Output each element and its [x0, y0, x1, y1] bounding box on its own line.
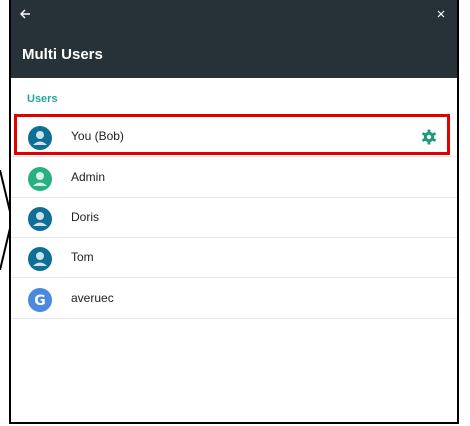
- user-row-averuec[interactable]: G averuec: [11, 279, 457, 319]
- users-section-label: Users: [27, 93, 58, 105]
- person-icon: [28, 167, 52, 191]
- user-row-doris[interactable]: Doris: [11, 198, 457, 238]
- person-icon: [28, 207, 52, 231]
- svg-text:G: G: [34, 293, 46, 309]
- user-row-you-bob[interactable]: You (Bob): [11, 117, 457, 157]
- user-name: You (Bob): [71, 129, 124, 143]
- close-icon: [437, 10, 445, 18]
- multi-users-window: Multi Users Users You (Bob) Admin Doris …: [9, 0, 459, 424]
- google-icon: G: [28, 288, 52, 312]
- person-icon: [28, 247, 52, 271]
- user-name: Admin: [71, 170, 106, 184]
- person-icon: [28, 126, 52, 150]
- close-button[interactable]: [431, 4, 451, 24]
- app-bar: Multi Users: [11, 0, 457, 78]
- user-row-tom[interactable]: Tom: [11, 238, 457, 278]
- user-name: Tom: [71, 250, 94, 264]
- user-row-admin[interactable]: Admin: [11, 158, 457, 198]
- user-name: averuec: [71, 291, 114, 305]
- page-title: Multi Users: [22, 46, 103, 63]
- back-button[interactable]: [15, 4, 35, 24]
- gear-icon[interactable]: [419, 127, 439, 147]
- user-name: Doris: [71, 210, 100, 224]
- back-arrow-icon: [20, 9, 30, 19]
